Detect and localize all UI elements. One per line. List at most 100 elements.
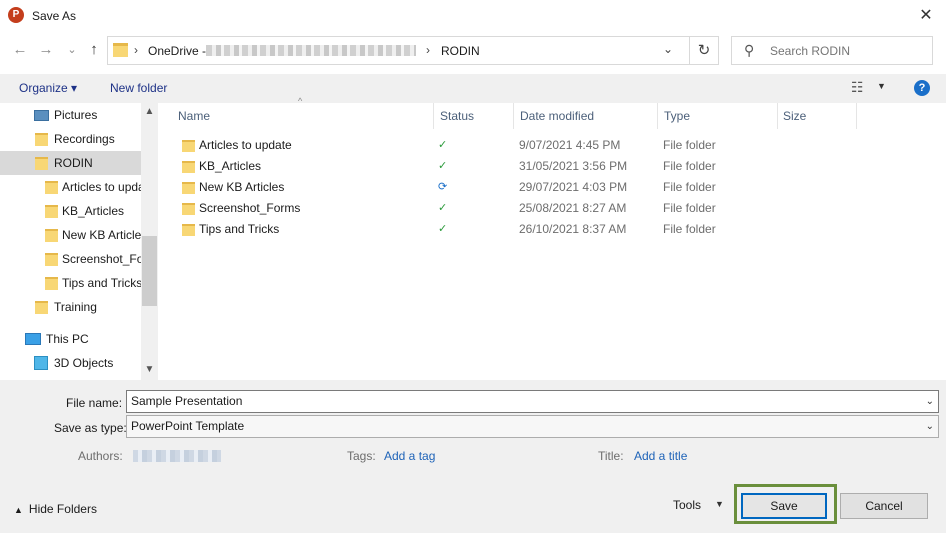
column-header-status[interactable]: Status [434,103,514,129]
column-header-size[interactable]: Size [777,103,857,129]
folder-icon [182,140,195,152]
file-row[interactable]: Screenshot_Forms ✓ 25/08/2021 8:27 AM Fi… [158,198,858,219]
column-header-row: Name Status Date modified Type Size [158,103,946,129]
synced-check-icon: ✓ [438,223,448,235]
tree-item-articles-to-update[interactable]: Articles to update [0,175,141,199]
computer-icon [25,333,41,345]
folder-icon [182,224,195,236]
title-label: Title: [598,449,624,463]
cancel-button[interactable]: Cancel [840,493,928,519]
tree-item-label: Pictures [54,108,98,122]
save-as-type-value: PowerPoint Template [131,419,245,433]
folder-icon [45,253,58,266]
authors-value[interactable] [133,450,221,462]
file-row[interactable]: Tips and Tricks ✓ 26/10/2021 8:37 AM Fil… [158,219,858,240]
tree-item-label: Training [54,300,97,314]
scrollbar-thumb[interactable] [142,236,157,306]
refresh-icon[interactable]: ↻ [689,36,719,65]
tree-item-recordings[interactable]: Recordings [0,127,141,151]
tree-item-3d-objects[interactable]: 3D Objects [0,351,141,375]
file-name-value: Sample Presentation [131,394,243,408]
file-date: 26/10/2021 8:37 AM [519,222,627,236]
folder-icon [182,182,195,194]
chevron-up-icon: ▲ [14,505,23,515]
tree-item-screenshot-forms[interactable]: Screenshot_Forms [0,247,141,271]
file-type: File folder [663,201,716,215]
forward-arrow-icon[interactable]: → [37,40,55,60]
file-date: 25/08/2021 8:27 AM [519,201,627,215]
folder-icon [35,157,48,170]
folder-icon [113,43,128,57]
help-icon[interactable]: ? [914,80,930,96]
breadcrumb-rodin[interactable]: RODIN [441,44,480,58]
tree-item-label: New KB Articles [62,228,141,242]
view-options-icon[interactable]: ☷ [851,79,864,96]
chevron-down-icon[interactable]: ▼ [715,499,724,509]
save-as-type-select[interactable]: PowerPoint Template ⌄ [126,415,939,438]
3d-objects-icon [34,356,48,370]
tree-item-pictures[interactable]: Pictures [0,103,141,127]
scroll-down-icon[interactable]: ▼ [141,364,158,375]
chevron-down-icon[interactable]: ⌄ [926,416,934,437]
chevron-down-icon[interactable]: ▼ [877,81,886,91]
file-type: File folder [663,159,716,173]
chevron-right-icon[interactable]: › [134,43,138,57]
folder-icon [35,133,48,146]
save-options-panel: File name: Sample Presentation ⌄ Save as… [0,380,946,533]
save-as-type-label: Save as type: [54,421,127,435]
tools-button[interactable]: Tools [673,498,701,512]
folder-icon [45,181,58,194]
folder-icon [45,205,58,218]
tree-item-label: 3D Objects [54,356,114,370]
tree-item-new-kb-articles[interactable]: New KB Articles [0,223,141,247]
file-name: Articles to update [199,138,292,152]
tree-item-kb-articles[interactable]: KB_Articles [0,199,141,223]
chevron-down-icon[interactable]: ⌄ [663,42,673,56]
breadcrumb-onedrive[interactable]: OneDrive - [148,44,206,58]
up-arrow-icon[interactable]: ↑ [85,40,103,60]
save-button[interactable]: Save [741,493,827,519]
file-name-input[interactable]: Sample Presentation ⌄ [126,390,939,413]
file-row[interactable]: New KB Articles ⟳ 29/07/2021 4:03 PM Fil… [158,177,858,198]
chevron-down-icon[interactable]: ⌄ [926,391,934,412]
column-header-name[interactable]: Name [172,103,434,129]
organize-button[interactable]: Organize ▾ [19,81,77,95]
tree-item-label: Tips and Tricks [62,276,141,290]
tree-item-rodin[interactable]: RODIN [0,151,141,175]
file-row[interactable]: KB_Articles ✓ 31/05/2021 3:56 PM File fo… [158,156,858,177]
add-tag-link[interactable]: Add a tag [384,449,435,463]
new-folder-button[interactable]: New folder [110,81,167,95]
column-header-type[interactable]: Type [658,103,778,129]
search-input[interactable] [770,37,930,64]
window-title: Save As [32,9,77,23]
add-title-link[interactable]: Add a title [634,449,687,463]
chevron-right-icon[interactable]: › [426,43,430,57]
tags-label: Tags: [347,449,376,463]
pictures-icon [34,110,49,121]
column-header-date[interactable]: Date modified [514,103,658,129]
search-icon: ⚲ [744,42,755,58]
file-date: 29/07/2021 4:03 PM [519,180,628,194]
tree-item-label: Recordings [54,132,115,146]
tree-item-this-pc[interactable]: This PC [0,327,141,351]
recent-locations-icon[interactable]: ⌄ [63,40,81,60]
search-box[interactable]: ⚲ [731,36,933,65]
hide-folders-button[interactable]: ▲ Hide Folders [14,502,97,516]
address-bar[interactable]: › OneDrive - › RODIN ⌄ [107,36,719,65]
tree-item-tips-and-tricks[interactable]: Tips and Tricks [0,271,141,295]
file-row[interactable]: Articles to update ✓ 9/07/2021 4:45 PM F… [158,135,858,156]
powerpoint-icon: P [8,7,24,23]
tree-item-label: KB_Articles [62,204,125,218]
file-name-label: File name: [66,396,123,410]
scroll-up-icon[interactable]: ▲ [141,106,158,117]
hide-folders-label: Hide Folders [28,502,97,516]
close-button[interactable]: ✕ [912,4,940,28]
file-date: 31/05/2021 3:56 PM [519,159,628,173]
tree-item-training[interactable]: Training [0,295,141,319]
folder-icon [45,277,58,290]
back-arrow-icon[interactable]: ← [11,40,29,60]
file-name: Screenshot_Forms [199,201,301,215]
tree-item-label: Screenshot_Forms [62,252,141,266]
synced-check-icon: ✓ [438,160,448,172]
tree-item-label: RODIN [54,156,93,170]
